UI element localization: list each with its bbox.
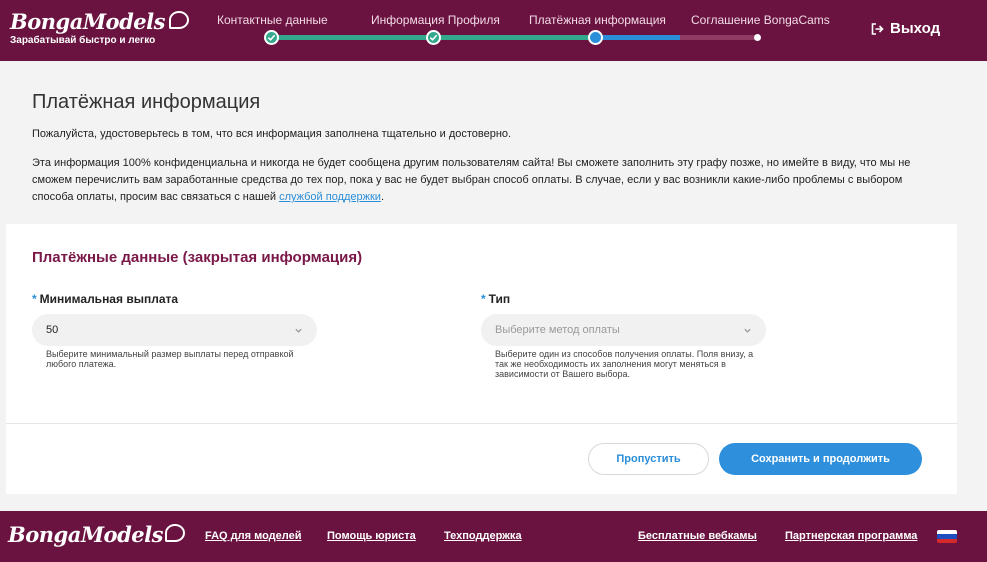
- footer-link-faq[interactable]: FAQ для моделей: [205, 530, 302, 542]
- logout-icon: [871, 22, 884, 35]
- logout-label: Выход: [890, 20, 941, 37]
- footer-link-lawyer[interactable]: Помощь юриста: [327, 530, 416, 542]
- chat-bubble-icon: [164, 523, 185, 542]
- payment-type-select[interactable]: Выберите метод оплаты: [481, 314, 766, 346]
- payment-type-placeholder: Выберите метод оплаты: [495, 324, 620, 336]
- form-title: Платёжные данные (закрытая информация): [32, 249, 363, 266]
- logo-text: BongaModels: [10, 9, 165, 34]
- required-mark: *: [481, 292, 486, 306]
- skip-button[interactable]: Пропустить: [588, 443, 709, 475]
- required-mark: *: [32, 292, 37, 306]
- intro-text: Пожалуйста, удостоверьтесь в том, что вс…: [32, 128, 512, 140]
- min-payout-label: * Минимальная выплата: [32, 292, 179, 306]
- min-payout-value: 50: [46, 324, 59, 336]
- logout-button[interactable]: Выход: [870, 20, 940, 37]
- top-bar: BongaModels Зарабатывай быстро и легко К…: [0, 0, 987, 61]
- save-continue-button[interactable]: Сохранить и продолжить: [719, 443, 922, 475]
- footer-link-support[interactable]: Техподдержка: [444, 530, 522, 542]
- payment-form-card: Платёжные данные (закрытая информация) *…: [6, 224, 957, 494]
- step-label-payment: Платёжная информация: [529, 13, 666, 27]
- payment-type-hint: Выберите один из способов получения опла…: [495, 349, 754, 379]
- footer-link-affiliate[interactable]: Партнерская программа: [785, 530, 917, 542]
- payment-type-label: * Тип: [481, 292, 511, 306]
- step-current-dot-icon: [588, 30, 603, 45]
- support-link[interactable]: службой поддержки: [279, 191, 381, 203]
- page-title: Платёжная информация: [32, 91, 261, 113]
- progress-fill-current: [595, 35, 680, 40]
- ru-flag-icon[interactable]: [937, 530, 957, 543]
- footer: BongaModels FAQ для моделей Помощь юрист…: [0, 511, 987, 562]
- min-payout-select[interactable]: 50: [32, 314, 317, 346]
- step-done-check-icon[interactable]: [426, 30, 441, 45]
- chevron-down-icon: [744, 328, 751, 333]
- step-label-agreement: Соглашение BongaCams: [691, 13, 830, 27]
- slogan: Зарабатывай быстро и легко: [10, 35, 156, 46]
- logo[interactable]: BongaModels Зарабатывай быстро и легко: [10, 9, 189, 46]
- step-label-profile[interactable]: Информация Профиля: [371, 13, 500, 27]
- privacy-notice: Эта информация 100% конфиденциальна и ни…: [32, 157, 911, 203]
- chat-bubble-icon: [168, 10, 189, 29]
- footer-link-free-cams[interactable]: Бесплатные вебкамы: [638, 530, 757, 542]
- min-payout-hint: Выберите минимальный размер выплаты пере…: [46, 349, 294, 369]
- chevron-down-icon: [295, 328, 302, 333]
- registration-progress: Контактные данные Информация Профиля Пла…: [200, 0, 840, 61]
- footer-logo[interactable]: BongaModels: [8, 522, 185, 547]
- step-label-contacts[interactable]: Контактные данные: [217, 13, 328, 27]
- step-todo-dot-icon: [754, 34, 761, 41]
- privacy-text: Эта информация 100% конфиденциальна и ни…: [32, 157, 911, 203]
- divider: [6, 423, 957, 424]
- step-done-check-icon[interactable]: [264, 30, 279, 45]
